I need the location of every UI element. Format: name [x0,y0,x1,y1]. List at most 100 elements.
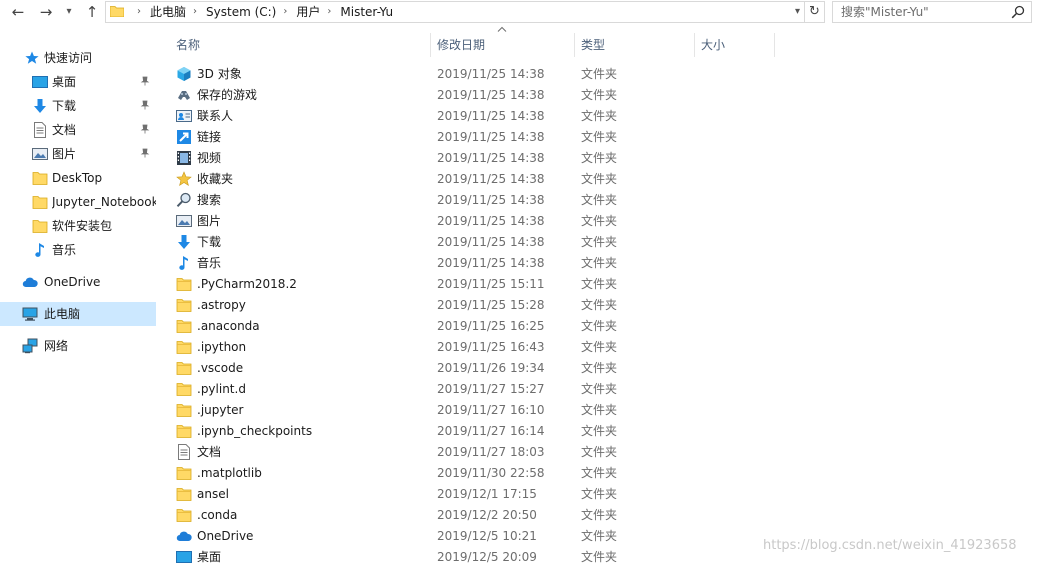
search-box[interactable] [832,1,1032,23]
sidebar-item-label: 软件安装包 [52,219,113,233]
breadcrumb-user-folder[interactable]: Mister-Yu [340,2,393,22]
folder-icon [176,341,192,354]
table-row[interactable]: 保存的游戏 2019/11/25 14:38 文件夹 [160,85,760,106]
table-row[interactable]: 搜索 2019/11/25 14:38 文件夹 [160,190,760,211]
column-header-size[interactable]: 大小 [701,33,773,57]
sidebar-item-label: 图片 [52,147,77,161]
search-input[interactable] [841,2,1006,22]
column-divider[interactable] [774,33,775,57]
sidebar-item-software-packages[interactable]: 软件安装包 [0,214,156,238]
sidebar-item-this-pc[interactable]: 此电脑 [0,302,156,326]
sidebar-item-desktop[interactable]: 桌面 [0,70,156,94]
file-name: .astropy [197,298,246,312]
sidebar-item-downloads[interactable]: 下载 [0,94,156,118]
sidebar-item-label: 网络 [44,339,69,353]
column-divider[interactable] [694,33,695,57]
file-name: .PyCharm2018.2 [197,277,297,291]
table-row[interactable]: 下载 2019/11/25 14:38 文件夹 [160,232,760,253]
breadcrumb-system-drive[interactable]: System (C:) [206,2,276,22]
sidebar-item-label: 音乐 [52,243,77,257]
file-type: 文件夹 [581,193,618,207]
table-row[interactable]: 链接 2019/11/25 14:38 文件夹 [160,127,760,148]
column-header-type[interactable]: 类型 [581,33,691,57]
file-type: 文件夹 [581,130,618,144]
table-row[interactable]: 联系人 2019/11/25 14:38 文件夹 [160,106,760,127]
column-header-name[interactable]: 名称 [176,33,428,57]
pin-icon[interactable] [140,148,150,158]
table-row[interactable]: 文档 2019/11/27 18:03 文件夹 [160,442,760,463]
file-modified-date: 2019/11/25 14:38 [437,67,545,81]
file-modified-date: 2019/11/26 19:34 [437,361,545,375]
sidebar-item-desktop-folder[interactable]: DeskTop [0,166,156,190]
sidebar-item-jupyter-notebook[interactable]: Jupyter_Notebook [0,190,156,214]
table-row[interactable]: .matplotlib 2019/11/30 22:58 文件夹 [160,463,760,484]
column-divider[interactable] [430,33,431,57]
table-row[interactable]: .anaconda 2019/11/25 16:25 文件夹 [160,316,760,337]
breadcrumb-separator-icon[interactable]: › [193,2,197,22]
file-modified-date: 2019/11/25 14:38 [437,109,545,123]
pin-icon[interactable] [140,100,150,110]
breadcrumb-separator-icon[interactable]: › [327,2,331,22]
table-row[interactable]: 收藏夹 2019/11/25 14:38 文件夹 [160,169,760,190]
search-icon[interactable] [1011,5,1025,19]
folder-icon [176,404,192,417]
refresh-icon[interactable]: ↻ [805,1,825,23]
table-row[interactable]: ansel 2019/12/1 17:15 文件夹 [160,484,760,505]
pin-icon[interactable] [140,124,150,134]
file-name: .vscode [197,361,244,375]
sidebar-item-documents[interactable]: 文档 [0,118,156,142]
sidebar-item-pictures[interactable]: 图片 [0,142,156,166]
file-name: 文档 [197,445,222,459]
file-name: 联系人 [197,109,234,123]
file-name: 保存的游戏 [197,88,258,102]
up-arrow-icon[interactable]: ↑ [82,0,102,24]
breadcrumb-separator-icon[interactable]: › [283,2,287,22]
file-type: 文件夹 [581,424,618,438]
picture-icon [32,148,48,160]
column-header-date[interactable]: 修改日期 [437,33,571,57]
file-type: 文件夹 [581,382,618,396]
music-note-icon [179,256,188,270]
download-arrow-icon [178,235,190,249]
table-row[interactable]: .astropy 2019/11/25 15:28 文件夹 [160,295,760,316]
picture-icon [176,215,192,227]
table-row[interactable]: 3D 对象 2019/11/25 14:38 文件夹 [160,64,760,85]
table-row[interactable]: OneDrive 2019/12/5 10:21 文件夹 [160,526,760,547]
table-row[interactable]: 图片 2019/11/25 14:38 文件夹 [160,211,760,232]
star-icon [176,171,192,186]
breadcrumb-separator-icon[interactable]: › [137,2,141,22]
file-name: .jupyter [197,403,244,417]
file-modified-date: 2019/12/1 17:15 [437,487,537,501]
table-row[interactable]: .jupyter 2019/11/27 16:10 文件夹 [160,400,760,421]
sidebar-item-label: 文档 [52,123,77,137]
sidebar-item-onedrive[interactable]: OneDrive [0,270,156,294]
table-row[interactable]: 视频 2019/11/25 14:38 文件夹 [160,148,760,169]
address-dropdown-chevron-icon[interactable]: ▾ [795,2,800,22]
back-arrow-icon[interactable]: ← [8,0,28,24]
forward-arrow-icon[interactable]: → [36,0,56,24]
file-type: 文件夹 [581,151,618,165]
table-row[interactable]: 音乐 2019/11/25 14:38 文件夹 [160,253,760,274]
sidebar-item-music[interactable]: 音乐 [0,238,156,262]
navigation-pane: 快速访问 桌面 下载 文档 图片 DeskTop Jupyter_Noteboo… [0,34,156,565]
table-row[interactable]: .ipython 2019/11/25 16:43 文件夹 [160,337,760,358]
column-divider[interactable] [574,33,575,57]
address-input[interactable]: › 此电脑 › System (C:) › 用户 › Mister-Yu ▾ [105,1,805,23]
download-arrow-icon [34,99,46,113]
table-row[interactable]: .ipynb_checkpoints 2019/11/27 16:14 文件夹 [160,421,760,442]
table-row[interactable]: .vscode 2019/11/26 19:34 文件夹 [160,358,760,379]
sidebar-item-network[interactable]: 网络 [0,334,156,358]
table-row[interactable]: .PyCharm2018.2 2019/11/25 15:11 文件夹 [160,274,760,295]
file-modified-date: 2019/11/25 14:38 [437,235,545,249]
breadcrumb-this-pc[interactable]: 此电脑 [150,2,186,22]
breadcrumb-users[interactable]: 用户 [296,2,320,22]
file-name: 视频 [197,151,222,165]
sidebar-item-quick-access[interactable]: 快速访问 [0,46,156,70]
table-row[interactable]: .conda 2019/12/2 20:50 文件夹 [160,505,760,526]
file-type: 文件夹 [581,529,618,543]
recent-locations-chevron-icon[interactable]: ▾ [62,0,76,24]
file-modified-date: 2019/11/27 16:14 [437,424,545,438]
table-row[interactable]: .pylint.d 2019/11/27 15:27 文件夹 [160,379,760,400]
pin-icon[interactable] [140,76,150,86]
cloud-icon [22,277,38,288]
